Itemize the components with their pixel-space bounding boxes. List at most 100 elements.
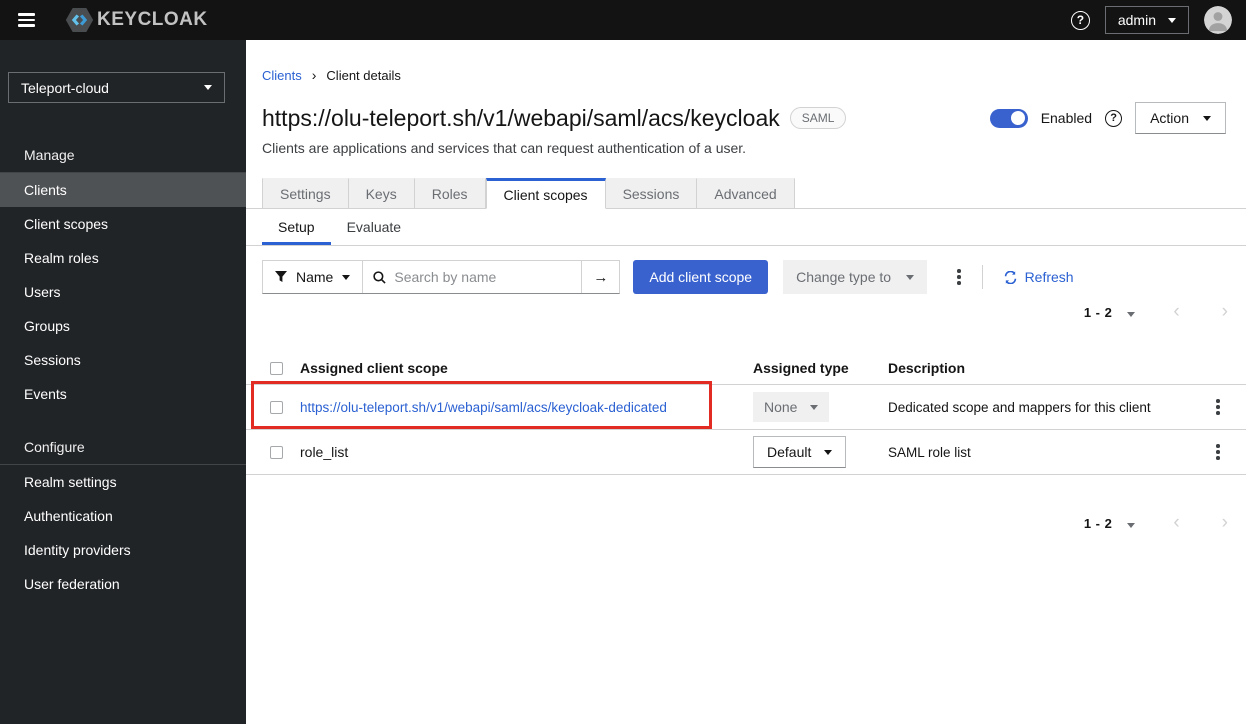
- chevron-down-icon: [810, 404, 819, 410]
- row-kebab-menu[interactable]: [1210, 440, 1226, 464]
- breadcrumb-chevron-icon: ›: [311, 67, 317, 83]
- tab-sessions[interactable]: Sessions: [605, 178, 698, 208]
- action-dropdown[interactable]: Action: [1135, 102, 1226, 134]
- masthead-right: ? admin: [1070, 6, 1232, 34]
- page-description: Clients are applications and services th…: [262, 140, 747, 156]
- subtab-evaluate[interactable]: Evaluate: [331, 209, 417, 245]
- assigned-type-value: None: [764, 399, 798, 415]
- filter-type-label: Name: [296, 269, 334, 285]
- sidebar-item-authentication[interactable]: Authentication: [0, 499, 246, 533]
- protocol-badge: SAML: [789, 107, 847, 129]
- tab-keys[interactable]: Keys: [348, 178, 415, 208]
- pagination-range: 1 - 2: [1083, 304, 1113, 320]
- tab-client-scopes[interactable]: Client scopes: [485, 178, 606, 209]
- help-icon[interactable]: ?: [1105, 109, 1123, 127]
- pagination-next-button[interactable]: ›: [1222, 302, 1228, 321]
- chevron-down-icon: [204, 85, 212, 90]
- column-header-assigned-client-scope: Assigned client scope: [300, 360, 448, 376]
- assigned-type-dropdown[interactable]: None: [753, 392, 830, 422]
- page-title: https://olu-teleport.sh/v1/webapi/saml/a…: [262, 104, 780, 131]
- main-content: Clients › Client details https://olu-tel…: [246, 40, 1246, 724]
- toolbar-kebab-menu[interactable]: [951, 265, 967, 289]
- breadcrumb: Clients › Client details: [262, 66, 1230, 84]
- table-header-row: Assigned client scope Assigned type Desc…: [246, 352, 1246, 385]
- row-checkbox[interactable]: [270, 400, 283, 414]
- search-submit-button[interactable]: →: [581, 261, 620, 293]
- refresh-icon: [1004, 270, 1017, 284]
- search-icon: [373, 270, 386, 284]
- sidebar-item-sessions[interactable]: Sessions: [0, 343, 246, 377]
- refresh-label: Refresh: [1024, 269, 1074, 285]
- toolbar: Name → Add client scope Change type to: [262, 260, 1230, 294]
- pagination-per-page-dropdown[interactable]: [1127, 305, 1136, 320]
- search-filter-group: Name →: [262, 260, 621, 294]
- tab-settings[interactable]: Settings: [262, 178, 349, 208]
- sidebar: Teleport-cloud Manage Clients Client sco…: [0, 40, 246, 724]
- avatar[interactable]: [1204, 6, 1232, 34]
- assigned-type-value: Default: [767, 444, 812, 460]
- sidebar-item-identity-providers[interactable]: Identity providers: [0, 533, 246, 567]
- change-type-dropdown[interactable]: Change type to: [783, 260, 928, 294]
- chevron-down-icon: [906, 274, 915, 280]
- assigned-type-dropdown[interactable]: Default: [753, 436, 847, 468]
- chevron-down-icon: [342, 274, 351, 280]
- pagination-next-button[interactable]: ›: [1222, 513, 1228, 532]
- sidebar-item-realm-roles[interactable]: Realm roles: [0, 241, 246, 275]
- search-input[interactable]: [394, 269, 565, 285]
- sidebar-item-user-federation[interactable]: User federation: [0, 567, 246, 601]
- title-row: https://olu-teleport.sh/v1/webapi/saml/a…: [262, 102, 1226, 134]
- pagination-bottom: 1 - 2 ‹ ›: [246, 509, 1246, 537]
- table-row: role_list Default SAML role list: [246, 430, 1246, 475]
- sidebar-section-configure: Configure: [0, 439, 246, 465]
- column-header-assigned-type: Assigned type: [753, 360, 849, 376]
- keycloak-admin-console: KEYCLOAK ? admin Teleport-cloud Manage C…: [0, 0, 1246, 724]
- product-name: KEYCLOAK: [97, 9, 208, 30]
- sidebar-item-users[interactable]: Users: [0, 275, 246, 309]
- enabled-toggle[interactable]: [989, 108, 1028, 128]
- sidebar-item-events[interactable]: Events: [0, 377, 246, 411]
- filter-icon: [275, 271, 287, 283]
- subtab-setup[interactable]: Setup: [262, 209, 331, 245]
- tab-advanced[interactable]: Advanced: [697, 178, 795, 208]
- row-kebab-menu[interactable]: [1210, 395, 1226, 419]
- scope-description: Dedicated scope and mappers for this cli…: [888, 399, 1151, 415]
- pagination-prev-button[interactable]: ‹: [1173, 302, 1179, 321]
- row-checkbox[interactable]: [270, 445, 283, 459]
- scope-description: SAML role list: [888, 444, 971, 460]
- breadcrumb-clients-link[interactable]: Clients: [262, 68, 302, 83]
- client-scope-link[interactable]: https://olu-teleport.sh/v1/webapi/saml/a…: [300, 400, 667, 415]
- pagination-per-page-dropdown[interactable]: [1127, 516, 1136, 531]
- realm-selector[interactable]: Teleport-cloud: [8, 72, 225, 103]
- action-dropdown-label: Action: [1150, 110, 1189, 126]
- subtab-bar: Setup Evaluate: [246, 209, 1246, 246]
- sidebar-item-clients[interactable]: Clients: [0, 173, 246, 207]
- select-all-checkbox[interactable]: [270, 361, 283, 375]
- sidebar-item-realm-settings[interactable]: Realm settings: [0, 465, 246, 499]
- user-menu[interactable]: admin: [1104, 6, 1189, 34]
- help-icon[interactable]: ?: [1070, 10, 1090, 30]
- pagination-top: 1 - 2 ‹ ›: [246, 298, 1246, 326]
- keycloak-logo[interactable]: KEYCLOAK: [65, 7, 208, 33]
- pagination-range: 1 - 2: [1083, 515, 1113, 531]
- title-controls: Enabled ? Action: [989, 102, 1226, 134]
- enabled-label: Enabled: [1040, 110, 1093, 126]
- change-type-label: Change type to: [796, 269, 892, 285]
- pagination-prev-button[interactable]: ‹: [1173, 513, 1179, 532]
- chevron-down-icon: [1203, 115, 1211, 121]
- client-scope-name[interactable]: role_list: [300, 444, 348, 460]
- filter-type-dropdown[interactable]: Name: [263, 261, 364, 293]
- chevron-down-icon: [1168, 17, 1176, 23]
- column-header-description: Description: [888, 360, 966, 376]
- add-client-scope-button[interactable]: Add client scope: [633, 260, 769, 294]
- hamburger-menu-icon[interactable]: [18, 13, 35, 27]
- chevron-down-icon: [824, 449, 833, 455]
- keycloak-hexagon-icon: [65, 7, 94, 33]
- sidebar-item-client-scopes[interactable]: Client scopes: [0, 207, 246, 241]
- tab-bar: Settings Keys Roles Client scopes Sessio…: [246, 178, 1246, 209]
- tab-roles[interactable]: Roles: [414, 178, 486, 208]
- refresh-button[interactable]: Refresh: [1004, 269, 1074, 285]
- table-row: https://olu-teleport.sh/v1/webapi/saml/a…: [246, 385, 1246, 430]
- breadcrumb-current: Client details: [326, 67, 401, 83]
- realm-selector-label: Teleport-cloud: [21, 79, 109, 96]
- sidebar-item-groups[interactable]: Groups: [0, 309, 246, 343]
